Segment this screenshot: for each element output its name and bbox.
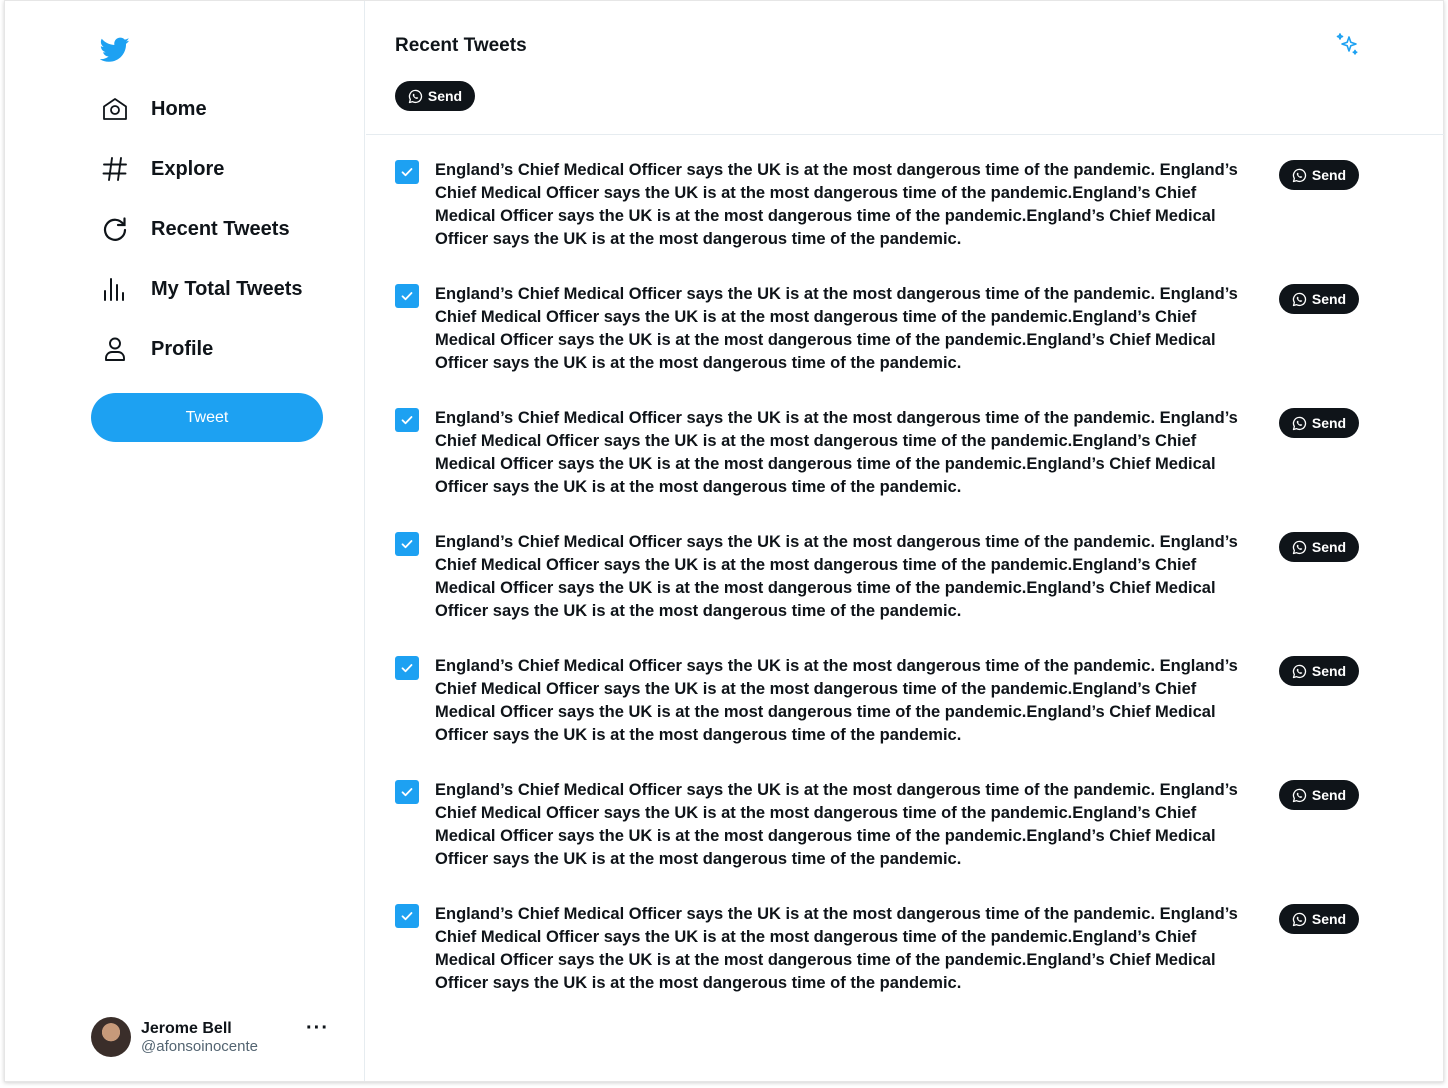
user-name: Jerome Bell	[141, 1019, 232, 1037]
bar-chart-icon	[101, 275, 129, 303]
tweet-text: England’s Chief Medical Officer says the…	[435, 285, 1238, 372]
account-switcher[interactable]: Jerome Bell @afonsoinocente ···	[91, 1017, 331, 1057]
nav-item-profile[interactable]: Profile	[101, 325, 303, 373]
main-content: Recent Tweets Send England’s Chief Medic…	[366, 1, 1444, 1081]
tweet-button[interactable]: Tweet	[91, 393, 323, 442]
checkmark-icon	[401, 168, 413, 177]
send-label: Send	[1311, 539, 1347, 555]
send-button[interactable]: Send	[1279, 284, 1359, 314]
page-title: Recent Tweets	[395, 35, 527, 56]
checkmark-icon	[401, 416, 413, 425]
user-handle: @afonsoinocente	[141, 1037, 258, 1055]
tweet-checkbox[interactable]	[395, 904, 419, 928]
checkmark-icon	[401, 540, 413, 549]
whatsapp-icon	[1292, 788, 1307, 803]
hashtag-icon	[101, 155, 129, 183]
checkmark-icon	[401, 664, 413, 673]
send-label: Send	[1311, 787, 1347, 803]
whatsapp-icon	[1292, 540, 1307, 555]
send-label: Send	[1311, 291, 1347, 307]
whatsapp-icon	[1292, 292, 1307, 307]
more-options-icon[interactable]: ···	[306, 1017, 329, 1040]
whatsapp-icon	[1292, 912, 1307, 927]
tweet-row: England’s Chief Medical Officer says the…	[366, 159, 1444, 283]
nav-item-recent-tweets[interactable]: Recent Tweets	[101, 205, 303, 253]
send-button[interactable]: Send	[1279, 408, 1359, 438]
whatsapp-icon	[408, 89, 423, 104]
main-header: Recent Tweets Send	[366, 1, 1444, 135]
tweet-text: England’s Chief Medical Officer says the…	[435, 657, 1238, 744]
tweet-row: England’s Chief Medical Officer says the…	[366, 283, 1444, 407]
tweet-checkbox[interactable]	[395, 284, 419, 308]
main-nav: Home Explore Recent Tweets My Total Twee…	[101, 85, 303, 385]
send-button[interactable]: Send	[1279, 532, 1359, 562]
sidebar: Home Explore Recent Tweets My Total Twee…	[5, 1, 365, 1081]
tweet-row: England’s Chief Medical Officer says the…	[366, 655, 1444, 779]
whatsapp-icon	[1292, 664, 1307, 679]
nav-label: Home	[151, 97, 207, 120]
tweet-row: England’s Chief Medical Officer says the…	[366, 779, 1444, 903]
send-label: Send	[1311, 911, 1347, 927]
tweet-text: England’s Chief Medical Officer says the…	[435, 533, 1238, 620]
tweet-checkbox[interactable]	[395, 656, 419, 680]
nav-label: My Total Tweets	[151, 277, 303, 300]
refresh-icon	[101, 215, 129, 243]
send-label: Send	[427, 88, 463, 104]
tweet-row: England’s Chief Medical Officer says the…	[366, 407, 1444, 531]
sparkle-icon[interactable]	[1335, 31, 1361, 57]
tweet-checkbox[interactable]	[395, 160, 419, 184]
nav-item-my-total-tweets[interactable]: My Total Tweets	[101, 265, 303, 313]
checkmark-icon	[401, 788, 413, 797]
avatar	[91, 1017, 131, 1057]
nav-item-home[interactable]: Home	[101, 85, 303, 133]
tweet-checkbox[interactable]	[395, 408, 419, 432]
nav-item-explore[interactable]: Explore	[101, 145, 303, 193]
checkmark-icon	[401, 292, 413, 301]
tweet-text: England’s Chief Medical Officer says the…	[435, 781, 1238, 868]
send-button[interactable]: Send	[1279, 656, 1359, 686]
nav-label: Explore	[151, 157, 225, 180]
tweet-text: England’s Chief Medical Officer says the…	[435, 905, 1238, 992]
send-label: Send	[1311, 167, 1347, 183]
send-label: Send	[1311, 663, 1347, 679]
user-icon	[101, 335, 129, 363]
send-all-button[interactable]: Send	[395, 81, 475, 111]
tweet-checkbox[interactable]	[395, 780, 419, 804]
checkmark-icon	[401, 912, 413, 921]
nav-label: Profile	[151, 337, 214, 360]
send-button[interactable]: Send	[1279, 904, 1359, 934]
tweet-row: England’s Chief Medical Officer says the…	[366, 903, 1444, 1027]
tweet-row: England’s Chief Medical Officer says the…	[366, 531, 1444, 655]
whatsapp-icon	[1292, 416, 1307, 431]
tweet-checkbox[interactable]	[395, 532, 419, 556]
twitter-bird-icon[interactable]	[99, 37, 130, 63]
send-button[interactable]: Send	[1279, 160, 1359, 190]
user-info: Jerome Bell @afonsoinocente	[141, 1019, 258, 1056]
home-icon	[101, 95, 129, 123]
nav-label: Recent Tweets	[151, 217, 290, 240]
whatsapp-icon	[1292, 168, 1307, 183]
tweet-text: England’s Chief Medical Officer says the…	[435, 409, 1238, 496]
tweet-text: England’s Chief Medical Officer says the…	[435, 161, 1238, 248]
tweet-list: England’s Chief Medical Officer says the…	[366, 159, 1444, 1027]
app-window: Home Explore Recent Tweets My Total Twee…	[4, 0, 1444, 1082]
send-button[interactable]: Send	[1279, 780, 1359, 810]
send-label: Send	[1311, 415, 1347, 431]
